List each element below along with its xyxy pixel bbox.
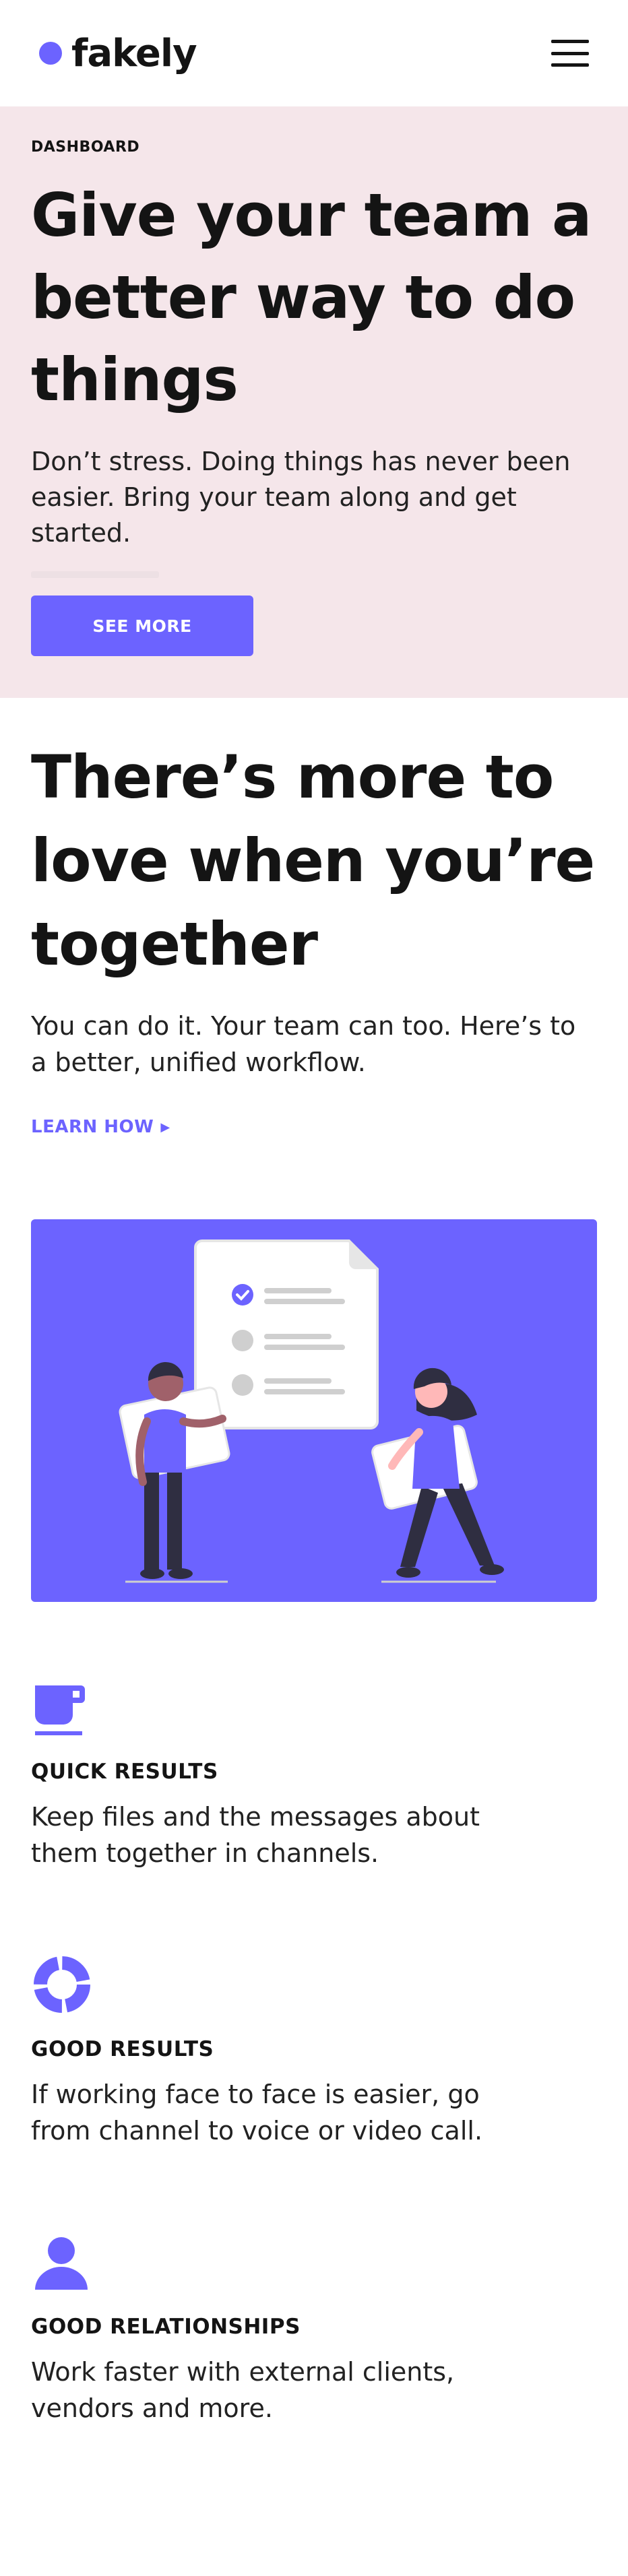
donut-chart-icon — [31, 1951, 98, 2018]
feature-title: GOOD RELATIONSHIPS — [31, 2315, 301, 2339]
team-illustration — [31, 1219, 597, 1602]
doc-line — [264, 1288, 332, 1293]
team-illustration-svg — [119, 1239, 504, 1583]
doc-line — [264, 1299, 345, 1304]
feature-text: If working face to face is easier, go fr… — [31, 2080, 483, 2146]
features-section: QUICK RESULTS Keep files and the message… — [0, 1602, 628, 2426]
woman-figure — [371, 1367, 504, 1583]
doc-line — [264, 1334, 332, 1339]
feature-item: GOOD RESULTS If working face to face is … — [31, 1951, 597, 2149]
feature-text: Keep files and the messages about them t… — [31, 1802, 480, 1868]
coffee-cup-icon — [31, 1673, 98, 1741]
site-header: fakely — [0, 0, 628, 106]
feature-text: Work faster with external clients, vendo… — [31, 2357, 455, 2423]
hero-eyebrow: DASHBOARD — [31, 139, 140, 156]
empty-circle-icon — [232, 1330, 253, 1351]
together-section: There’s more to love when you’re togethe… — [0, 698, 628, 1137]
hero-text: Don’t stress. Doing things has never bee… — [31, 447, 571, 548]
learn-how-label: LEARN HOW — [31, 1117, 154, 1137]
brand-name: fakely — [71, 31, 197, 75]
feature-item: GOOD RELATIONSHIPS Work faster with exte… — [31, 2228, 597, 2426]
hero-title: Give your team a better way to do things — [31, 181, 592, 414]
feature-title: GOOD RESULTS — [31, 2037, 214, 2061]
feature-item: QUICK RESULTS Keep files and the message… — [31, 1673, 597, 1871]
page: fakely DASHBOARD Give your team a better… — [0, 0, 628, 2576]
doc-line — [264, 1389, 345, 1394]
see-more-button[interactable]: SEE MORE — [31, 595, 253, 656]
person-icon — [31, 2228, 98, 2296]
section-text: You can do it. Your team can too. Here’s… — [31, 1011, 576, 1077]
brand-dot-icon — [39, 42, 62, 65]
play-arrow-icon: ▶ — [160, 1120, 170, 1134]
hero-divider — [31, 571, 159, 578]
brand-logo[interactable]: fakely — [39, 32, 197, 75]
hamburger-menu-icon[interactable] — [551, 40, 589, 67]
section-title: There’s more to love when you’re togethe… — [31, 742, 595, 979]
empty-circle-icon — [232, 1374, 253, 1396]
check-circle-icon — [232, 1284, 253, 1306]
hero-section: DASHBOARD Give your team a better way to… — [0, 106, 628, 698]
feature-title: QUICK RESULTS — [31, 1760, 218, 1784]
man-figure — [119, 1361, 230, 1583]
learn-how-link[interactable]: LEARN HOW ▶ — [31, 1117, 170, 1137]
doc-line — [264, 1378, 332, 1384]
doc-line — [264, 1345, 345, 1350]
